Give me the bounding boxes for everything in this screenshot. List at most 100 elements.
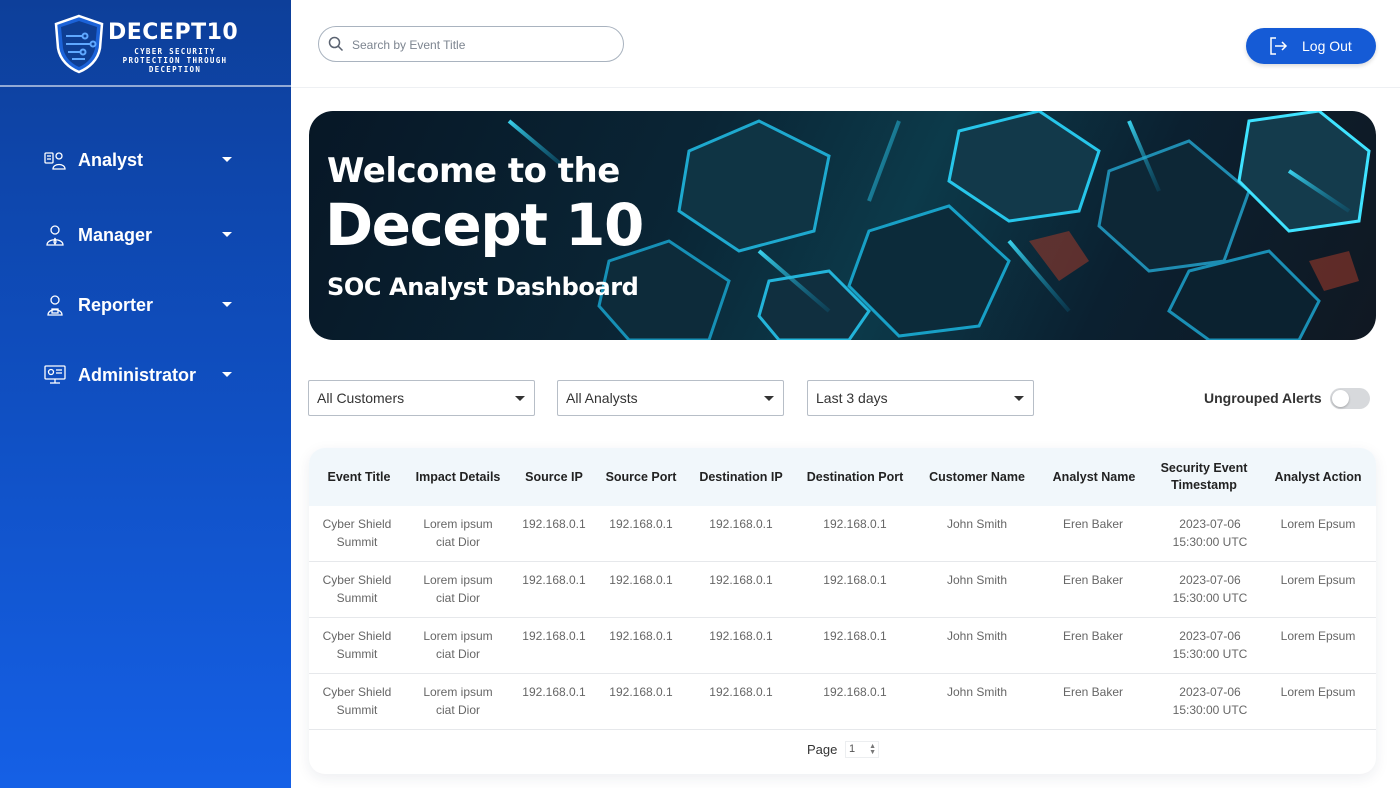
column-header[interactable]: Customer Name (909, 448, 1045, 506)
cell-event-title: Cyber Shield Summit (322, 517, 392, 549)
logout-icon (1270, 37, 1288, 55)
chevron-down-icon (222, 232, 232, 237)
cell-source-ip: 192.168.0.1 (522, 573, 586, 587)
cell-event-title: Cyber Shield Summit (322, 685, 392, 717)
nav-reporter[interactable]: Reporter (44, 290, 244, 320)
logout-button[interactable]: Log Out (1246, 28, 1376, 64)
shield-logo-icon (54, 14, 104, 74)
cell-customer-name: John Smith (946, 685, 1008, 699)
banner-product-name: Decept 10 (325, 191, 644, 259)
nav-administrator[interactable]: Administrator (44, 360, 244, 390)
cell-analyst-action: Lorem Epsum (1280, 629, 1356, 643)
cell-event-title: Cyber Shield Summit (322, 629, 392, 661)
nav-analyst[interactable]: Analyst (44, 145, 244, 175)
stepper-arrows-icon[interactable]: ▲ ▼ (869, 743, 876, 756)
brand-tagline: CYBER SECURITY PROTECTION THROUGH DECEPT… (122, 47, 228, 74)
column-header[interactable]: Impact Details (409, 448, 507, 506)
customer-filter-value: All Customers (317, 390, 405, 406)
ungrouped-alerts-label: Ungrouped Alerts (1204, 390, 1322, 406)
analyst-filter-value: All Analysts (566, 390, 638, 406)
cell-timestamp: 2023-07-06 15:30:00 UTC (1172, 685, 1248, 717)
search-input[interactable] (352, 34, 612, 56)
cell-analyst-action: Lorem Epsum (1280, 517, 1356, 531)
page-number-stepper[interactable]: 1 ▲ ▼ (845, 741, 879, 758)
ungrouped-alerts-toggle[interactable] (1330, 388, 1370, 409)
page-number-value: 1 (849, 743, 856, 755)
cell-analyst-action: Lorem Epsum (1280, 685, 1356, 699)
analyst-icon (44, 152, 66, 170)
cell-destination-ip: 192.168.0.1 (709, 629, 773, 643)
cell-source-port: 192.168.0.1 (609, 517, 673, 531)
manager-icon (46, 225, 64, 246)
cell-impact-details: Lorem ipsum ciat Dior (423, 685, 493, 717)
cell-analyst-name: Eren Baker (1062, 573, 1124, 587)
cell-timestamp: 2023-07-06 15:30:00 UTC (1172, 517, 1248, 549)
table-row[interactable]: Cyber Shield Summit Lorem ipsum ciat Dio… (309, 674, 1376, 730)
date-range-select[interactable]: Last 3 days (807, 380, 1034, 416)
banner-welcome-text: Welcome to the (327, 151, 620, 191)
cell-analyst-name: Eren Baker (1062, 685, 1124, 699)
table-row[interactable]: Cyber Shield Summit Lorem ipsum ciat Dio… (309, 562, 1376, 618)
cell-destination-port: 192.168.0.1 (823, 573, 887, 587)
customer-filter-select[interactable]: All Customers (308, 380, 535, 416)
nav-analyst-label: Analyst (78, 149, 144, 170)
chevron-down-icon (515, 396, 525, 401)
table-row[interactable]: Cyber Shield Summit Lorem ipsum ciat Dio… (309, 506, 1376, 562)
nav-manager[interactable]: Manager (44, 220, 244, 250)
cell-destination-port: 192.168.0.1 (823, 517, 887, 531)
table-header: Event Title Impact Details Source IP Sou… (309, 448, 1376, 506)
table-row[interactable]: Cyber Shield Summit Lorem ipsum ciat Dio… (309, 618, 1376, 674)
pagination-label: Page (807, 742, 838, 757)
chevron-down-icon (222, 157, 232, 162)
cell-analyst-name: Eren Baker (1062, 629, 1124, 643)
chevron-down-icon (764, 396, 774, 401)
cell-destination-ip: 192.168.0.1 (709, 573, 773, 587)
sidebar: DECEPT10 CYBER SECURITY PROTECTION THROU… (0, 0, 291, 788)
administrator-icon (44, 365, 66, 384)
column-header[interactable]: Analyst Action (1265, 448, 1371, 506)
banner-subtitle: SOC Analyst Dashboard (327, 273, 639, 301)
column-header[interactable]: Destination IP (681, 448, 801, 506)
logo[interactable]: DECEPT10 CYBER SECURITY PROTECTION THROU… (0, 0, 291, 87)
logout-label: Log Out (1302, 38, 1352, 54)
cell-customer-name: John Smith (946, 517, 1008, 531)
cell-impact-details: Lorem ipsum ciat Dior (423, 517, 493, 549)
cell-destination-ip: 192.168.0.1 (709, 517, 773, 531)
reporter-icon (47, 295, 63, 316)
welcome-banner: Welcome to the Decept 10 SOC Analyst Das… (309, 111, 1376, 340)
chevron-down-icon (222, 372, 232, 377)
cell-source-ip: 192.168.0.1 (522, 629, 586, 643)
header-divider (291, 87, 1400, 88)
column-header[interactable]: Security Event Timestamp (1153, 448, 1255, 506)
cell-impact-details: Lorem ipsum ciat Dior (423, 573, 493, 605)
cell-analyst-action: Lorem Epsum (1280, 573, 1356, 587)
analyst-filter-select[interactable]: All Analysts (557, 380, 784, 416)
cell-source-port: 192.168.0.1 (609, 573, 673, 587)
cell-timestamp: 2023-07-06 15:30:00 UTC (1172, 573, 1248, 605)
column-header[interactable]: Source IP (507, 448, 601, 506)
chevron-down-icon (222, 302, 232, 307)
cell-destination-port: 192.168.0.1 (823, 685, 887, 699)
cell-source-port: 192.168.0.1 (609, 685, 673, 699)
cell-event-title: Cyber Shield Summit (322, 573, 392, 605)
cell-customer-name: John Smith (946, 573, 1008, 587)
toggle-knob (1332, 390, 1349, 407)
nav-administrator-label: Administrator (78, 364, 197, 385)
column-header[interactable]: Destination Port (801, 448, 909, 506)
cell-destination-ip: 192.168.0.1 (709, 685, 773, 699)
brand-name: DECEPT10 (108, 20, 239, 45)
date-range-value: Last 3 days (816, 390, 888, 406)
cell-source-ip: 192.168.0.1 (522, 685, 586, 699)
column-header[interactable]: Analyst Name (1045, 448, 1143, 506)
chevron-down-icon (1014, 396, 1024, 401)
cell-analyst-name: Eren Baker (1062, 517, 1124, 531)
cell-destination-port: 192.168.0.1 (823, 629, 887, 643)
cell-impact-details: Lorem ipsum ciat Dior (423, 629, 493, 661)
column-header[interactable]: Event Title (309, 448, 409, 506)
search-bar[interactable] (318, 26, 624, 62)
search-icon (328, 36, 344, 52)
cell-timestamp: 2023-07-06 15:30:00 UTC (1172, 629, 1248, 661)
alerts-table: Event Title Impact Details Source IP Sou… (309, 448, 1376, 774)
nav-manager-label: Manager (78, 224, 153, 245)
column-header[interactable]: Source Port (601, 448, 681, 506)
